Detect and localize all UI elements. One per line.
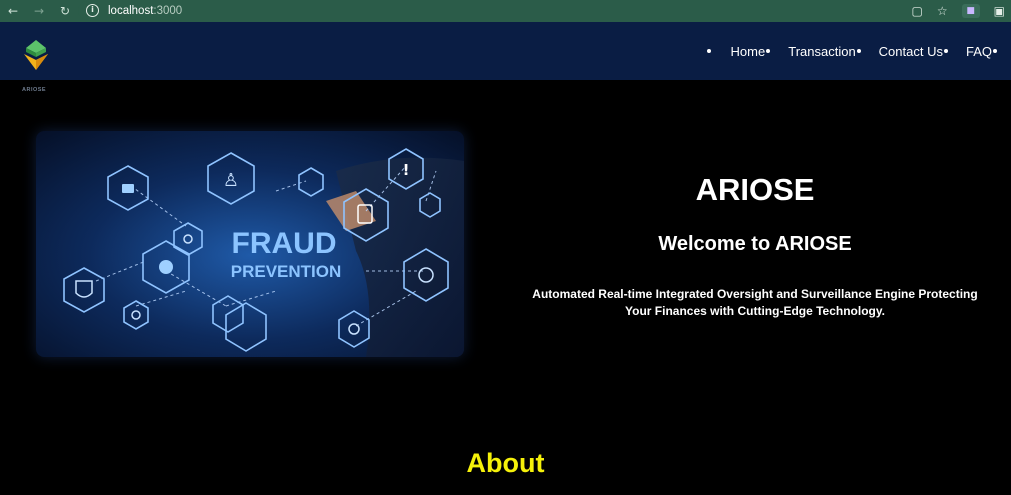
fraud-prevention-image: ♙ ! FRAUD PREVENTION [36,131,464,357]
address-bar[interactable]: i localhost:3000 [78,1,928,20]
hero-description-line-2: Your Finances with Cutting-Edge Technolo… [625,304,885,318]
nav-bullet [706,49,731,53]
browser-nav: ← → ↻ [0,4,72,18]
bullet-dot [943,49,948,53]
reload-icon[interactable]: ↻ [58,4,72,18]
fraud-image-text: FRAUD [232,227,337,260]
about-heading: About [466,448,545,478]
hero-title: ARIOSE [695,172,815,207]
back-arrow-icon[interactable]: ← [6,4,20,18]
nav-item-home[interactable]: Home [731,44,771,59]
bookmark-star-icon[interactable]: ☆ [937,4,948,18]
nav-item-transaction[interactable]: Transaction [788,44,861,59]
browser-actions: ▢ ☆ ■ ▣ [912,0,1005,22]
address-url[interactable]: localhost:3000 [108,5,182,17]
forward-arrow-icon[interactable]: → [32,4,46,18]
logo-wordmark: ARIOSE [22,87,47,93]
svg-text:♙: ♙ [223,170,239,191]
hero-subtitle: Welcome to ARIOSE [658,233,852,255]
bullet-dot [856,49,861,53]
bullet-dot [706,49,711,53]
hero-description: Automated Real-time Integrated Oversight… [506,286,1004,320]
bullet-dot [993,49,997,53]
extension-icon[interactable]: ■ [961,4,980,18]
bullet-dot [766,49,771,53]
nav-item-faq[interactable]: FAQ [966,44,997,59]
site-info-icon[interactable]: i [86,4,99,17]
prevention-image-text: PREVENTION [231,262,342,281]
install-app-icon[interactable]: ▢ [912,4,923,18]
fraud-prevention-illustration: ♙ ! FRAUD PREVENTION [36,131,464,357]
svg-text:!: ! [403,161,410,179]
browser-toolbar: ← → ↻ i localhost:3000 ▢ ☆ ■ ▣ [0,0,1011,22]
main-nav: Home Transaction Contact Us FAQ [706,22,1011,80]
ariose-logo-icon[interactable] [22,40,50,70]
nav-item-contact-us[interactable]: Contact Us [879,44,948,59]
extensions-puzzle-icon[interactable]: ▣ [994,4,1005,18]
hero-description-line-1: Automated Real-time Integrated Oversight… [532,287,978,301]
